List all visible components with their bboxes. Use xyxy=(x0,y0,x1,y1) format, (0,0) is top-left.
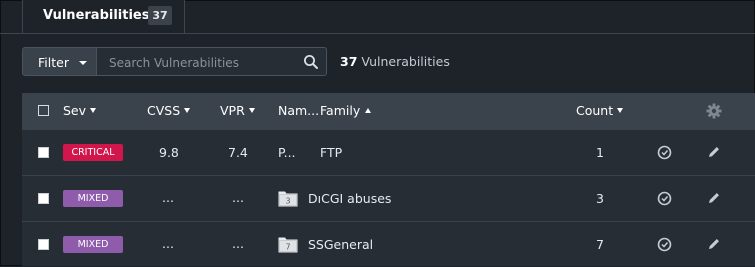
folder-count: 7 xyxy=(285,243,290,252)
search-icon[interactable] xyxy=(303,54,319,70)
gear-icon[interactable] xyxy=(706,103,722,119)
sort-up-icon xyxy=(365,108,372,113)
cvss-value: ... xyxy=(162,236,174,251)
sort-down-icon xyxy=(90,108,97,113)
search-box[interactable] xyxy=(96,47,327,76)
row-checkbox[interactable] xyxy=(38,147,49,158)
sort-down-icon xyxy=(248,108,255,113)
column-name-label: Nam... xyxy=(278,103,320,118)
severity-badge: MIXED xyxy=(63,236,123,253)
family-name: SSGeneral xyxy=(308,237,374,252)
family-name: DıCGI abuses xyxy=(308,191,392,206)
table-header: Sev CVSS VPR Nam... Family Count xyxy=(22,93,755,129)
tab-bar: Vulnerabilities 37 xyxy=(0,0,755,34)
clock-check-icon[interactable] xyxy=(657,191,672,206)
column-cvss-label: CVSS xyxy=(147,103,181,118)
folder-icon: 3 xyxy=(278,191,298,207)
row-checkbox[interactable] xyxy=(38,239,49,250)
column-sev-label: Sev xyxy=(63,103,87,118)
severity-badge: CRITICAL xyxy=(63,144,123,161)
filter-button[interactable]: Filter xyxy=(22,47,97,76)
select-all-checkbox[interactable] xyxy=(38,105,49,116)
table-row[interactable]: MIXED ... ... 7 SSGeneral 7 xyxy=(22,221,755,267)
column-cvss[interactable]: CVSS xyxy=(147,103,191,118)
table-row[interactable]: CRITICAL 9.8 7.4 P... FTP 1 xyxy=(22,129,755,175)
column-sev[interactable]: Sev xyxy=(63,103,97,118)
vulnerability-count: 37 Vulnerabilities xyxy=(340,54,450,69)
vulnerabilities-table: Sev CVSS VPR Nam... Family Count CRITICA… xyxy=(22,93,755,266)
vpr-value: ... xyxy=(232,190,244,205)
vpr-value: ... xyxy=(232,236,244,251)
vpr-value: 7.4 xyxy=(228,145,248,160)
column-family-label: Family xyxy=(320,103,361,118)
column-count-label: Count xyxy=(576,103,614,118)
folder-icon: 7 xyxy=(278,237,298,253)
cvss-value: 9.8 xyxy=(159,145,179,160)
tab-count-badge: 37 xyxy=(148,6,172,25)
tab-vulnerabilities[interactable]: Vulnerabilities 37 xyxy=(22,0,185,33)
tab-label: Vulnerabilities xyxy=(43,8,150,23)
row-checkbox[interactable] xyxy=(38,193,49,204)
column-vpr[interactable]: VPR xyxy=(220,103,255,118)
family-name: FTP xyxy=(320,145,343,160)
pencil-icon[interactable] xyxy=(707,191,721,205)
count-value: 1 xyxy=(596,145,604,160)
plugin-name: P... xyxy=(278,145,296,160)
vulnerability-count-label: Vulnerabilities xyxy=(361,54,450,69)
search-input[interactable] xyxy=(107,53,296,73)
column-family[interactable]: Family xyxy=(320,103,372,118)
pencil-icon[interactable] xyxy=(707,237,721,251)
column-count[interactable]: Count xyxy=(576,103,624,118)
count-value: 3 xyxy=(596,191,604,206)
vulnerability-count-number: 37 xyxy=(340,54,358,69)
column-vpr-label: VPR xyxy=(220,103,245,118)
column-name[interactable]: Nam... xyxy=(278,103,319,118)
severity-badge: MIXED xyxy=(63,190,123,207)
clock-check-icon[interactable] xyxy=(657,145,672,160)
clock-check-icon[interactable] xyxy=(657,237,672,252)
pencil-icon[interactable] xyxy=(707,145,721,159)
sort-down-icon xyxy=(184,108,191,113)
sort-down-icon xyxy=(617,108,624,113)
chevron-down-icon xyxy=(79,61,87,65)
folder-count: 3 xyxy=(285,197,290,206)
count-value: 7 xyxy=(596,237,604,252)
table-row[interactable]: MIXED ... ... 3 DıCGI abuses 3 xyxy=(22,175,755,221)
cvss-value: ... xyxy=(162,190,174,205)
filter-label: Filter xyxy=(38,55,69,70)
